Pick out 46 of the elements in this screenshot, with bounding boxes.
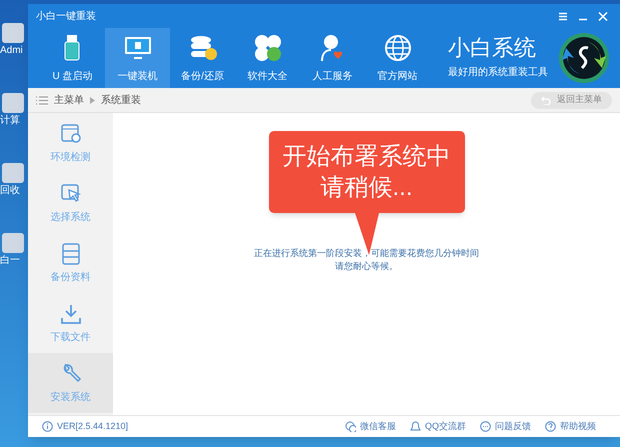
- footer-link[interactable]: 微信客服: [344, 420, 396, 434]
- nav-tab[interactable]: 人工服务: [300, 28, 365, 88]
- brand-slogan: 最好用的系统重装工具: [448, 66, 548, 80]
- link-icon: [480, 421, 491, 432]
- breadcrumb-link[interactable]: 主菜单: [54, 92, 84, 108]
- link-icon: [545, 421, 556, 432]
- version-label: VER[2.5.44.1210]: [57, 420, 128, 433]
- step-item: 选择系统: [28, 173, 113, 233]
- undo-icon: [541, 96, 551, 104]
- step-icon: [58, 122, 82, 146]
- list-icon: [36, 96, 48, 104]
- desktop-icon-label[interactable]: 计算: [0, 116, 20, 126]
- step-item: 环境检测: [28, 113, 113, 173]
- status-text: 请您耐心等候。: [335, 260, 398, 273]
- callout-bubble: 开始布署系统中 请稍候...: [268, 131, 464, 213]
- brand-name: 小白系统: [448, 36, 536, 58]
- step-item: 下载文件: [28, 293, 113, 353]
- nav-tab[interactable]: 备份/还原: [170, 28, 235, 88]
- close-icon[interactable]: [598, 12, 608, 20]
- desktop-icon-label[interactable]: 回收: [0, 186, 20, 196]
- link-icon: [410, 421, 421, 432]
- nav-tab[interactable]: 软件大全: [235, 28, 300, 88]
- nav-icon: [382, 32, 412, 62]
- info-icon: [42, 421, 53, 432]
- desktop-icon-label[interactable]: Admi: [0, 46, 23, 56]
- desktop-app-icon[interactable]: [0, 230, 26, 256]
- desktop-icon-label[interactable]: 白一: [0, 256, 20, 266]
- breadcrumb-current: 系统重装: [101, 94, 141, 108]
- step-item: 安装系统: [28, 353, 113, 413]
- footer-link[interactable]: QQ交流群: [410, 420, 466, 434]
- nav-tab[interactable]: 一键装机: [105, 28, 170, 88]
- nav-tab[interactable]: U 盘启动: [40, 28, 105, 88]
- footer-link[interactable]: 帮助视频: [545, 420, 596, 434]
- nav-icon: [252, 32, 282, 62]
- nav-tab[interactable]: 官方网站: [365, 28, 430, 88]
- caret-icon: [90, 96, 95, 104]
- logo-icon: [558, 32, 610, 84]
- menu-icon[interactable]: [558, 12, 568, 20]
- link-icon: [344, 421, 356, 432]
- footer-link[interactable]: 问题反馈: [480, 420, 531, 434]
- desktop-app-icon[interactable]: [0, 90, 26, 116]
- desktop-app-icon[interactable]: [0, 160, 26, 186]
- desktop-app-icon[interactable]: [0, 20, 26, 46]
- status-text: 正在进行系统第一阶段安装，可能需要花费您几分钟时间: [254, 247, 479, 260]
- step-item: 备份资料: [28, 233, 113, 293]
- window-title: 小白一键重装: [36, 10, 96, 24]
